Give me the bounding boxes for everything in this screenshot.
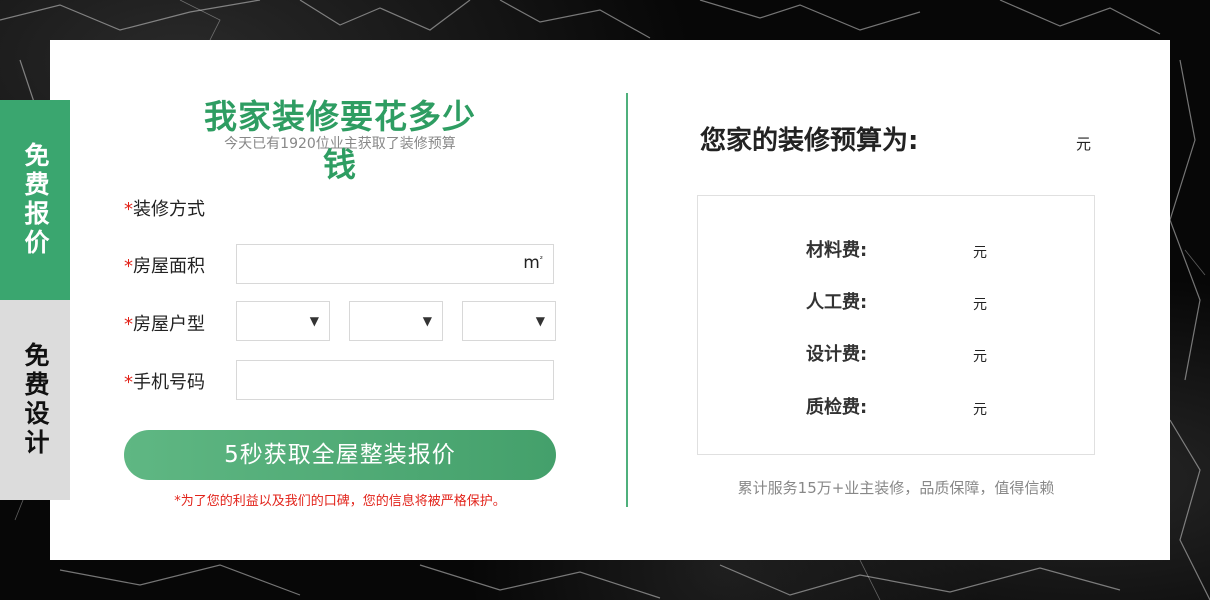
phone-input[interactable] <box>236 360 554 400</box>
material-cost-label: 材料费: <box>806 240 868 261</box>
design-cost-unit: 元 <box>973 349 987 365</box>
get-quote-button[interactable]: 5秒获取全屋整装报价 <box>124 430 556 480</box>
layout-label: *房屋户型 <box>124 310 205 336</box>
tab-free-design[interactable]: 免费设计 <box>0 300 70 500</box>
layout-halls-select[interactable]: ▼ <box>349 301 443 341</box>
layout-rooms-select[interactable]: ▼ <box>236 301 330 341</box>
labor-cost-unit: 元 <box>973 297 987 313</box>
inspection-cost-unit: 元 <box>973 402 987 418</box>
method-label: *装修方式 <box>124 195 205 221</box>
required-mark: * <box>124 372 133 393</box>
chevron-down-icon: ▼ <box>535 314 545 328</box>
estimate-card: 我家装修要花多少钱 今天已有1920位业主获取了装修预算 *装修方式 *房屋面积… <box>50 40 1170 560</box>
layout-label-text: 房屋户型 <box>133 314 205 335</box>
phone-label-text: 手机号码 <box>133 372 205 393</box>
design-cost-label: 设计费: <box>806 344 868 365</box>
area-label: *房屋面积 <box>124 252 205 278</box>
labor-cost-label: 人工费: <box>806 292 868 313</box>
material-cost-unit: 元 <box>973 245 987 261</box>
phone-label: *手机号码 <box>124 368 205 394</box>
divider <box>626 93 628 507</box>
required-mark: * <box>124 256 133 277</box>
trust-footnote: 累计服务15万+业主装修，品质保障，值得信赖 <box>737 479 1055 497</box>
area-unit-sup: ² <box>539 254 543 264</box>
tab-free-quote[interactable]: 免费报价 <box>0 100 70 300</box>
cost-breakdown-box: 材料费: 元 人工费: 元 设计费: 元 质检费: 元 <box>697 195 1095 455</box>
area-unit: m² <box>523 253 543 273</box>
privacy-note: *为了您的利益以及我们的口碑，您的信息将被严格保护。 <box>174 494 506 509</box>
result-total-unit: 元 <box>1076 135 1092 153</box>
layout-baths-select[interactable]: ▼ <box>462 301 556 341</box>
required-mark: * <box>124 199 133 220</box>
result-title: 您家的装修预算为: <box>700 126 919 156</box>
area-label-text: 房屋面积 <box>133 256 205 277</box>
area-input[interactable]: m² <box>236 244 554 284</box>
chevron-down-icon: ▼ <box>422 314 432 328</box>
area-unit-text: m <box>523 253 540 273</box>
chevron-down-icon: ▼ <box>309 314 319 328</box>
form-subtitle: 今天已有1920位业主获取了装修预算 <box>224 136 456 152</box>
inspection-cost-label: 质检费: <box>806 397 868 418</box>
method-label-text: 装修方式 <box>133 199 205 220</box>
required-mark: * <box>124 314 133 335</box>
